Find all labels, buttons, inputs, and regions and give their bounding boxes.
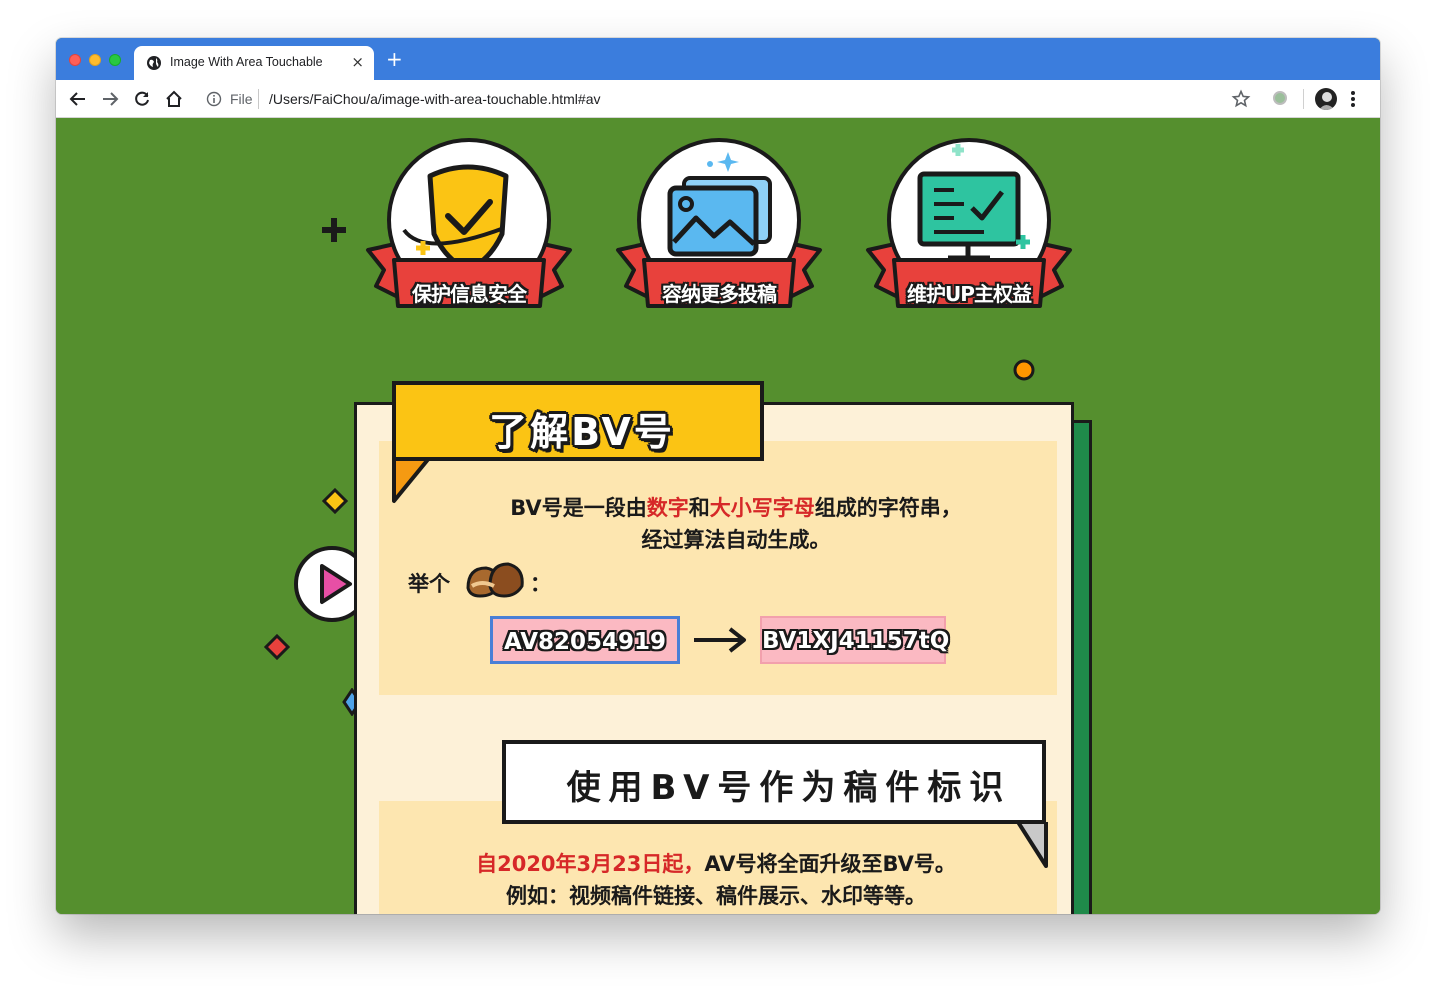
reload-icon[interactable]	[132, 89, 152, 109]
badge-more-submissions: 容纳更多投稿	[614, 138, 824, 318]
extension-icon[interactable]	[1273, 91, 1287, 105]
browser-toolbar: File /Users/FaiChou/a/image-with-area-to…	[56, 80, 1380, 118]
back-arrow-icon[interactable]	[68, 89, 88, 109]
browser-tab[interactable]: Image With Area Touchable ×	[134, 46, 374, 80]
desc-highlight-letters: 大小写字母	[709, 496, 815, 520]
orange-dot-icon	[1013, 359, 1035, 381]
page-content: 保护信息安全 容纳更多投稿 维护UP主权益 了解BV号 BV号是一段由数字和大小…	[56, 118, 1380, 914]
right-arrow-icon	[694, 627, 746, 653]
globe-icon	[147, 56, 161, 70]
tab-close-button[interactable]: ×	[351, 53, 364, 71]
plus-sparkle-icon	[322, 218, 346, 242]
desc-text: 和	[688, 496, 710, 520]
profile-avatar[interactable]	[1315, 88, 1337, 110]
desc-line-2: 经过算法自动生成。	[641, 528, 831, 552]
badge-up-rights: 维护UP主权益	[864, 138, 1074, 318]
maximize-window-button[interactable]	[109, 54, 121, 66]
bv-code-box[interactable]: BV1XJ41157tQ	[760, 616, 949, 664]
bookmark-star-icon[interactable]	[1231, 89, 1251, 109]
desc2-line-2: 例如：视频稿件链接、稿件展示、水印等等。	[506, 884, 926, 908]
section1-title-box: 了解BV号	[392, 381, 764, 461]
badge-info-security: 保护信息安全	[364, 138, 574, 318]
url-separator	[258, 89, 259, 109]
desc2-text: AV号将全面升级至BV号。	[704, 852, 956, 876]
av-code-box[interactable]: AV82054919	[490, 616, 680, 664]
section2-title: 使用BV号作为稿件标识	[566, 768, 1012, 808]
url-scheme: File	[230, 91, 253, 107]
home-icon[interactable]	[164, 89, 184, 109]
red-diamond-icon	[264, 634, 290, 660]
address-bar[interactable]: File /Users/FaiChou/a/image-with-area-to…	[196, 85, 1276, 113]
desc-highlight-digits: 数字	[646, 496, 689, 520]
desc-text: BV号是一段由	[510, 496, 647, 520]
menu-kebab-icon[interactable]	[1350, 88, 1356, 110]
section1-header: 了解BV号	[392, 381, 772, 505]
url-text[interactable]: /Users/FaiChou/a/image-with-area-touchab…	[269, 91, 600, 107]
new-tab-button[interactable]: +	[386, 49, 403, 69]
desc-line-1: BV号是一段由数字和大小写字母组成的字符串，	[376, 492, 1096, 524]
minimize-window-button[interactable]	[89, 54, 101, 66]
tab-title: Image With Area Touchable	[170, 55, 323, 69]
yellow-diamond-icon	[322, 488, 348, 514]
toolbar-divider	[1303, 89, 1304, 109]
badge-label: 保护信息安全	[412, 282, 527, 306]
desc2-line-1: 自2020年3月23日起，AV号将全面升级至BV号。	[356, 848, 1076, 880]
section2-header: 使用BV号作为稿件标识	[502, 740, 1046, 824]
section1-description: BV号是一段由数字和大小写字母组成的字符串， 经过算法自动生成。	[376, 492, 1096, 556]
chestnut-icon	[466, 562, 524, 598]
badge-label: 容纳更多投稿	[662, 282, 777, 306]
desc-text: 组成的字符串，	[814, 496, 962, 520]
tab-strip: Image With Area Touchable × +	[56, 38, 1380, 80]
browser-window: Image With Area Touchable × + File /User…	[56, 38, 1380, 914]
section2-description: 自2020年3月23日起，AV号将全面升级至BV号。 例如：视频稿件链接、稿件展…	[356, 848, 1076, 912]
example-colon: ：	[530, 572, 551, 596]
info-icon[interactable]	[206, 91, 222, 107]
close-window-button[interactable]	[69, 54, 81, 66]
forward-arrow-icon[interactable]	[100, 89, 120, 109]
badge-label: 维护UP主权益	[907, 282, 1032, 306]
example-label: 举个	[408, 572, 450, 596]
section1-title: 了解BV号	[489, 410, 675, 454]
desc2-highlight-date: 自2020年3月23日起，	[476, 852, 705, 876]
